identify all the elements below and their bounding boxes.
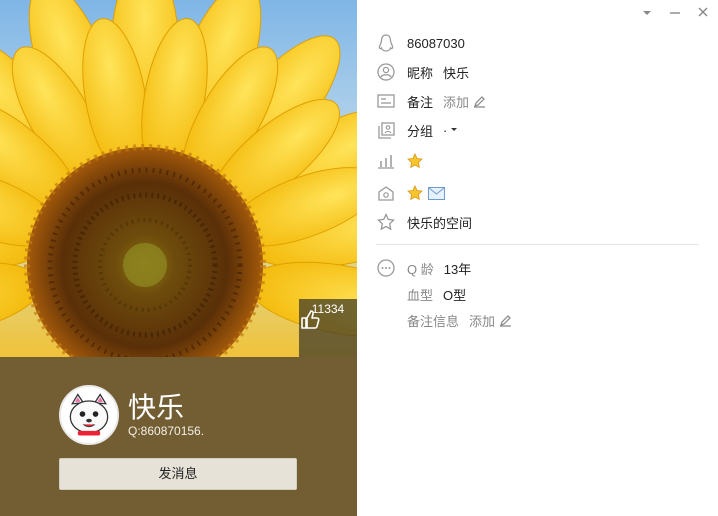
profile-nickname: 快乐 xyxy=(128,391,185,424)
home-badge-icon xyxy=(376,183,396,203)
dropdown-icon[interactable] xyxy=(640,6,654,20)
group-value: · xyxy=(443,122,448,138)
remark-info-add-text: 添加 xyxy=(469,313,496,329)
remark-info-add-link[interactable]: 添加 xyxy=(469,311,512,330)
nickname-row: 昵称 快乐 xyxy=(376,60,469,84)
remark-row: 备注 添加 xyxy=(376,89,486,113)
group-label: 分组 xyxy=(407,123,434,139)
window-controls xyxy=(640,6,710,20)
group-row: 分组 · xyxy=(376,118,458,142)
qq-age-label: Q 龄 xyxy=(407,261,434,277)
level-row xyxy=(376,149,423,173)
cover-photo: 11334 xyxy=(0,0,357,357)
star-outline-icon xyxy=(376,212,396,232)
profile-card: 11334 快乐 Q:860870156. 发消息 xyxy=(0,0,357,516)
group-selector[interactable]: · xyxy=(443,123,458,138)
remark-add-link[interactable]: 添加 xyxy=(443,92,486,111)
remark-label: 备注 xyxy=(407,94,434,110)
qq-age-row: Q 龄 13年 xyxy=(376,256,471,280)
level-chart-icon xyxy=(376,151,396,171)
mail-icon[interactable] xyxy=(428,186,445,200)
space-link[interactable]: 快乐的空间 xyxy=(407,213,472,232)
id-card-icon xyxy=(376,91,396,111)
thumbs-up-icon xyxy=(301,310,320,329)
nickname-value: 快乐 xyxy=(443,65,470,81)
level-star-icon[interactable] xyxy=(407,153,423,169)
chevron-down-icon xyxy=(451,128,458,131)
edit-pencil-icon xyxy=(500,314,512,327)
remark-info-row: 备注信息 添加 xyxy=(407,308,512,332)
more-icon[interactable] xyxy=(376,258,396,278)
send-message-button[interactable]: 发消息 xyxy=(59,458,297,490)
user-icon xyxy=(376,62,396,82)
profile-qq-number: Q:860870156. xyxy=(128,424,205,438)
privilege-row xyxy=(376,181,445,205)
group-icon xyxy=(376,120,396,140)
remark-add-text: 添加 xyxy=(443,94,470,110)
vip-star-icon[interactable] xyxy=(407,185,423,201)
qq-number-value: 86087030 xyxy=(407,35,465,51)
remark-info-label: 备注信息 xyxy=(407,313,460,329)
blood-type-value: O型 xyxy=(443,287,467,303)
blood-type-row: 血型 O型 xyxy=(407,282,466,306)
minimize-icon[interactable] xyxy=(668,6,682,20)
qq-number-row: 86087030 xyxy=(376,31,465,55)
blood-type-label: 血型 xyxy=(407,287,434,303)
like-button[interactable]: 11334 xyxy=(299,299,357,357)
avatar[interactable] xyxy=(59,385,119,445)
space-row: 快乐的空间 xyxy=(376,210,472,234)
section-divider xyxy=(376,244,699,245)
nickname-label: 昵称 xyxy=(407,65,434,81)
qq-age-value: 13年 xyxy=(443,261,472,277)
close-icon[interactable] xyxy=(696,6,710,20)
penguin-icon xyxy=(376,33,396,53)
edit-pencil-icon xyxy=(474,95,486,108)
